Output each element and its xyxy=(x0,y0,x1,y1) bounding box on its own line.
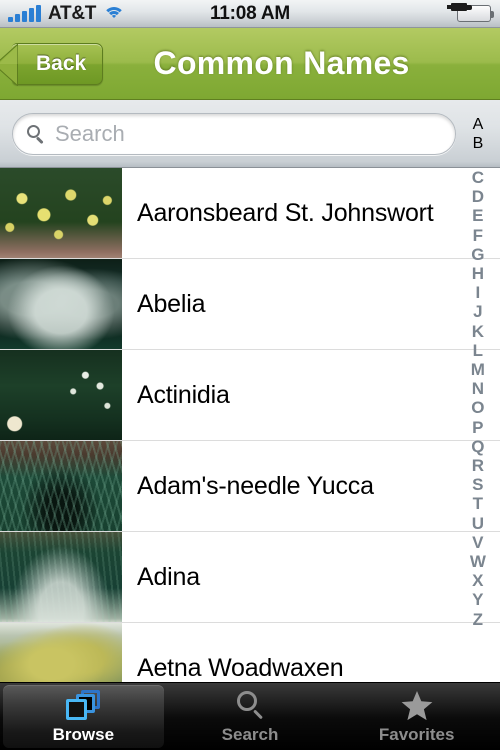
list-item[interactable]: Abelia xyxy=(0,259,500,350)
tab-browse[interactable]: Browse xyxy=(0,683,167,750)
signal-bars-icon xyxy=(8,4,41,22)
list-item-label: Actinidia xyxy=(137,380,230,409)
tab-label: Search xyxy=(221,725,279,744)
index-letter-O[interactable]: O xyxy=(471,398,485,417)
status-bar: AT&T 11:08 AM xyxy=(0,0,500,28)
index-letter-R[interactable]: R xyxy=(472,456,485,475)
list-item-label: Adam's-needle Yucca xyxy=(137,471,374,500)
list-item-label: Adina xyxy=(137,562,200,591)
section-index-top[interactable]: AB xyxy=(456,100,500,168)
index-letter-Y[interactable]: Y xyxy=(472,590,484,609)
plant-thumbnail xyxy=(0,532,122,622)
index-letter-E[interactable]: E xyxy=(472,206,484,225)
star-icon xyxy=(401,688,433,722)
search-icon xyxy=(235,688,265,722)
index-letter-L[interactable]: L xyxy=(473,341,484,360)
section-index[interactable]: CDEFGHIJKLMNOPQRSTUVWXYZ xyxy=(456,168,500,682)
index-letter-F[interactable]: F xyxy=(473,226,484,245)
index-letter-Z[interactable]: Z xyxy=(473,610,484,629)
list-item[interactable]: Aaronsbeard St. Johnswort xyxy=(0,168,500,259)
plant-thumbnail xyxy=(0,168,122,258)
plant-thumbnail xyxy=(0,259,122,349)
index-letter-B[interactable]: B xyxy=(473,135,484,153)
index-letter-I[interactable]: I xyxy=(475,283,480,302)
index-letter-G[interactable]: G xyxy=(471,245,485,264)
list-item-label: Aetna Woadwaxen xyxy=(137,653,344,682)
clock-label: 11:08 AM xyxy=(209,2,291,24)
index-letter-X[interactable]: X xyxy=(472,571,484,590)
status-bar-right xyxy=(315,3,500,22)
status-bar-left: AT&T xyxy=(0,3,185,25)
list-item-label: Aaronsbeard St. Johnswort xyxy=(137,198,434,227)
tab-label: Favorites xyxy=(378,725,455,744)
index-letter-T[interactable]: T xyxy=(473,494,484,513)
tab-label: Browse xyxy=(52,725,115,744)
wifi-icon xyxy=(103,6,126,22)
search-placeholder: Search xyxy=(55,120,125,146)
index-letter-A[interactable]: A xyxy=(473,116,484,134)
list-item[interactable]: Adina xyxy=(0,532,500,623)
back-button-label: Back xyxy=(36,51,87,75)
index-letter-U[interactable]: U xyxy=(472,514,485,533)
index-letter-P[interactable]: P xyxy=(472,418,484,437)
app-screen: AT&T 11:08 AM Back Common Names Search A… xyxy=(0,0,500,750)
index-letter-V[interactable]: V xyxy=(472,533,484,552)
index-letter-W[interactable]: W xyxy=(470,552,486,571)
tab-search[interactable]: Search xyxy=(167,683,334,750)
search-icon xyxy=(27,124,45,144)
tab-favorites[interactable]: Favorites xyxy=(333,683,500,750)
plant-thumbnail xyxy=(0,623,122,682)
carrier-label: AT&T xyxy=(48,2,97,24)
list-item[interactable]: Adam's-needle Yucca xyxy=(0,441,500,532)
back-arrow-icon xyxy=(0,43,18,86)
index-letter-D[interactable]: D xyxy=(472,187,485,206)
back-button[interactable]: Back xyxy=(0,42,104,86)
index-letter-C[interactable]: C xyxy=(472,168,485,187)
stacked-squares-icon xyxy=(66,688,101,722)
index-letter-H[interactable]: H xyxy=(472,264,485,283)
plant-thumbnail xyxy=(0,441,122,531)
list-item-label: Abelia xyxy=(137,289,206,318)
search-bar: Search xyxy=(0,100,500,168)
battery-charging-icon xyxy=(447,3,494,22)
index-letter-Q[interactable]: Q xyxy=(471,437,485,456)
list-item[interactable]: Actinidia xyxy=(0,350,500,441)
index-letter-K[interactable]: K xyxy=(472,322,485,341)
list-item[interactable]: Aetna Woadwaxen xyxy=(0,623,500,682)
index-letter-N[interactable]: N xyxy=(472,379,485,398)
index-letter-S[interactable]: S xyxy=(472,475,484,494)
tab-bar: Browse Search Favorites xyxy=(0,682,500,750)
plant-list[interactable]: Aaronsbeard St. Johnswort Abelia Actinidia… xyxy=(0,168,500,682)
index-letter-M[interactable]: M xyxy=(471,360,485,379)
search-input[interactable]: Search xyxy=(12,112,456,155)
navigation-bar: Back Common Names xyxy=(0,28,500,100)
plant-thumbnail xyxy=(0,350,122,440)
index-letter-J[interactable]: J xyxy=(473,302,483,321)
page-title: Common Names xyxy=(153,45,410,81)
